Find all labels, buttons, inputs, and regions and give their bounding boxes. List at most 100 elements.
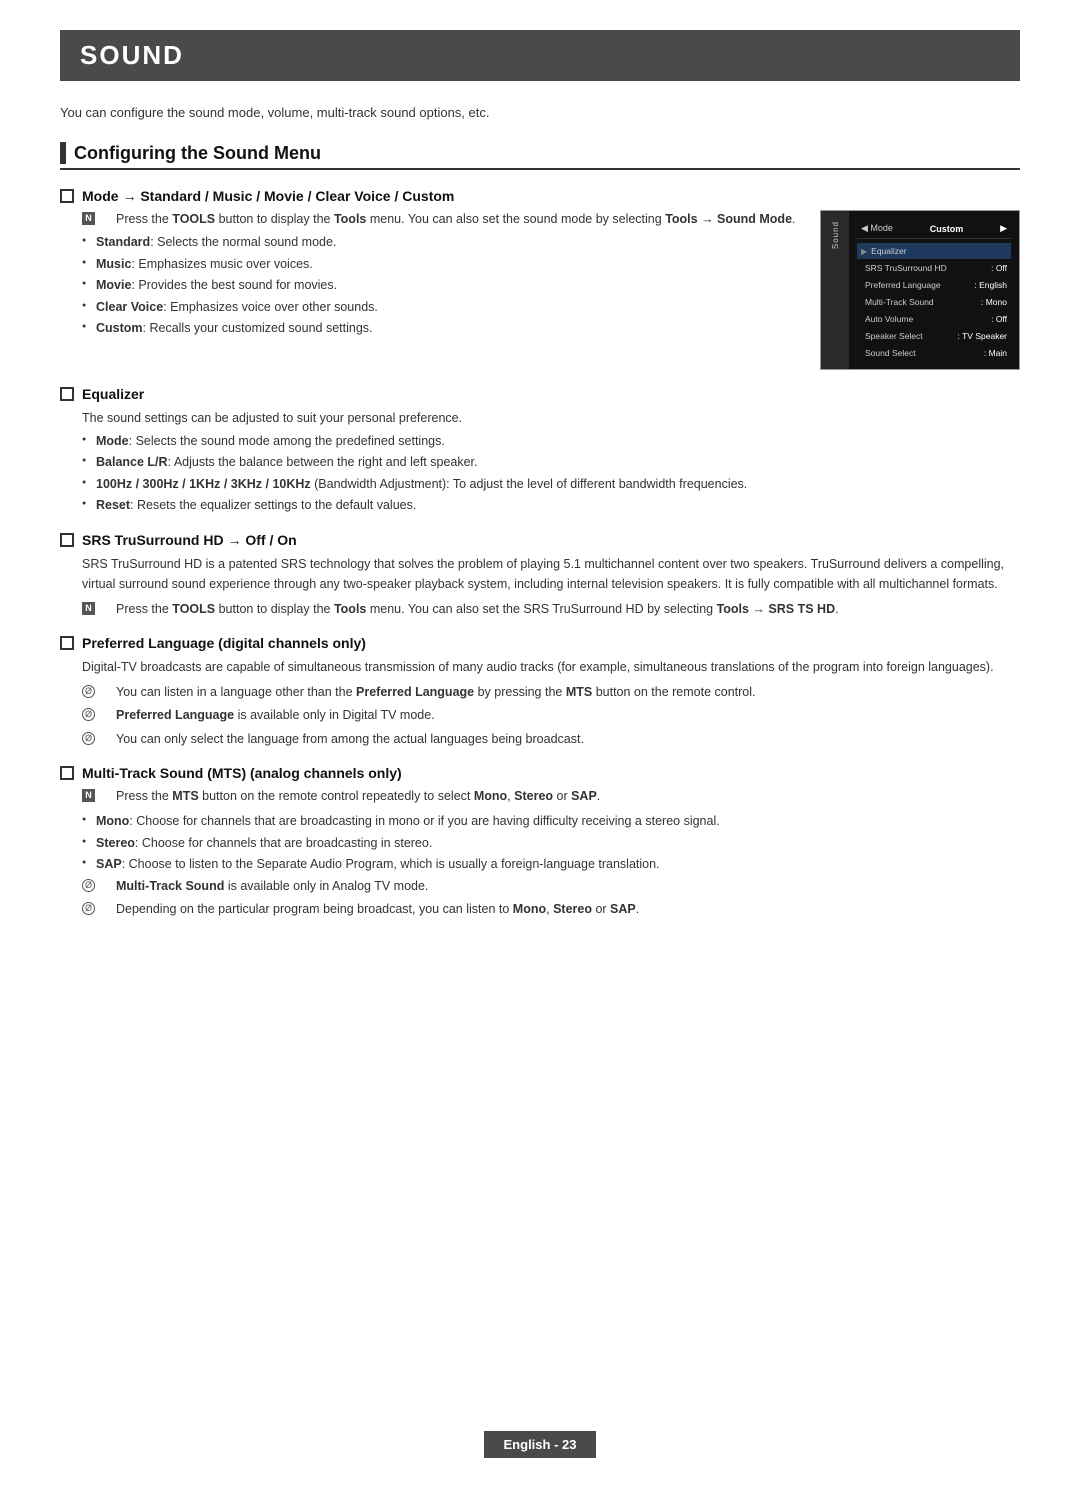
note-icon-square-1: N <box>82 210 95 227</box>
checkbox-icon-equalizer <box>60 387 74 401</box>
lang-note-3-icon: Ø <box>82 730 95 747</box>
multi-circle-note-1-text: Multi-Track Sound is available only in A… <box>100 877 428 896</box>
tv-row-multi-value: : Mono <box>981 297 1007 307</box>
tv-row-speaker-label: Speaker Select <box>865 331 958 341</box>
subsection-mode: Mode → Standard / Music / Movie / Clear … <box>60 188 1020 370</box>
mode-bullet-standard: Standard: Selects the normal sound mode. <box>82 233 800 252</box>
tv-row-auto-value: : Off <box>991 314 1007 324</box>
multi-note-icon: N <box>82 787 95 804</box>
lang-note-2-icon: Ø <box>82 706 95 723</box>
subsection-srs-title-row: SRS TruSurround HD → Off / On <box>60 532 1020 548</box>
section-heading-bar <box>60 142 66 164</box>
tv-row-multi-label: Multi-Track Sound <box>865 297 981 307</box>
checkbox-icon-srs <box>60 533 74 547</box>
tv-row-equalizer-label: Equalizer <box>871 246 1007 256</box>
multi-bullet-stereo: Stereo: Choose for channels that are bro… <box>82 834 1020 853</box>
eq-bullet-balance: Balance L/R: Adjusts the balance between… <box>82 453 1020 472</box>
subsection-lang-heading: Preferred Language (digital channels onl… <box>82 635 366 651</box>
tv-row-auto-volume: Auto Volume : Off <box>857 311 1011 327</box>
subsection-srs: SRS TruSurround HD → Off / On SRS TruSur… <box>60 532 1020 619</box>
section-heading: Configuring the Sound Menu <box>60 142 1020 170</box>
tv-row-srs-label: SRS TruSurround HD <box>865 263 991 273</box>
tv-mode-label: ◀ Mode <box>861 223 893 234</box>
equalizer-bullet-list: Mode: Selects the sound mode among the p… <box>82 432 1020 516</box>
mode-bullet-music: Music: Emphasizes music over voices. <box>82 255 800 274</box>
subsection-mode-heading: Mode → Standard / Music / Movie / Clear … <box>82 188 454 204</box>
tv-mode-arrow: ▶ <box>1000 223 1007 234</box>
checkbox-icon-lang <box>60 636 74 650</box>
eq-bullet-reset: Reset: Resets the equalizer settings to … <box>82 496 1020 515</box>
eq-bullet-bandwidth: 100Hz / 300Hz / 1KHz / 3KHz / 10KHz (Ban… <box>82 475 1020 494</box>
multi-square-note: N Press the MTS button on the remote con… <box>82 787 1020 806</box>
tv-row-multi-track: Multi-Track Sound : Mono <box>857 294 1011 310</box>
subsection-lang-title-row: Preferred Language (digital channels onl… <box>60 635 1020 651</box>
subsection-multi-track: Multi-Track Sound (MTS) (analog channels… <box>60 765 1020 919</box>
tv-row-preferred-lang: Preferred Language : English <box>857 277 1011 293</box>
mode-note-1: N Press the TOOLS button to display the … <box>82 210 800 229</box>
multi-bullet-sap: SAP: Choose to listen to the Separate Au… <box>82 855 1020 874</box>
multi-circle-note-1-icon: Ø <box>82 877 95 894</box>
multi-subsection-content: N Press the MTS button on the remote con… <box>82 787 1020 919</box>
mode-note-1-text: Press the TOOLS button to display the To… <box>100 210 796 229</box>
tv-row-sound-select-label: Sound Select <box>865 348 984 358</box>
mode-content-with-image: N Press the TOOLS button to display the … <box>60 210 1020 370</box>
lang-note-1: Ø You can listen in a language other tha… <box>82 683 1020 702</box>
tv-row-sound-select-value: : Main <box>984 348 1007 358</box>
srs-subsection-content: SRS TruSurround HD is a patented SRS tec… <box>82 554 1020 619</box>
lang-note-3: Ø You can only select the language from … <box>82 730 1020 749</box>
tv-row-auto-label: Auto Volume <box>865 314 991 324</box>
multi-circle-note-2-icon: Ø <box>82 900 95 917</box>
lang-note-2: Ø Preferred Language is available only i… <box>82 706 1020 725</box>
subsection-multi-heading: Multi-Track Sound (MTS) (analog channels… <box>82 765 402 781</box>
mode-bullet-list: Standard: Selects the normal sound mode.… <box>82 233 800 338</box>
tv-row-speaker-value: : TV Speaker <box>958 331 1007 341</box>
mode-bullet-custom: Custom: Recalls your customized sound se… <box>82 319 800 338</box>
equalizer-intro-text: The sound settings can be adjusted to su… <box>82 408 1020 428</box>
tv-menu-screenshot: Sound ◀ Mode Custom ▶ ▶ Equalizer SRS Tr… <box>820 210 1020 370</box>
lang-intro-text: Digital-TV broadcasts are capable of sim… <box>82 657 1020 677</box>
subsection-preferred-language: Preferred Language (digital channels onl… <box>60 635 1020 749</box>
lang-note-1-icon: Ø <box>82 683 95 700</box>
tv-menu-sidebar: Sound <box>821 211 849 369</box>
page-title-bar: SOUND <box>60 30 1020 81</box>
eq-bullet-mode: Mode: Selects the sound mode among the p… <box>82 432 1020 451</box>
multi-bullet-list: Mono: Choose for channels that are broad… <box>82 812 1020 874</box>
page-footer: English - 23 <box>0 1431 1080 1458</box>
multi-circle-note-1: Ø Multi-Track Sound is available only in… <box>82 877 1020 896</box>
multi-note-text: Press the MTS button on the remote contr… <box>100 787 600 806</box>
checkbox-icon-multi <box>60 766 74 780</box>
subsection-mode-title-row: Mode → Standard / Music / Movie / Clear … <box>60 188 1020 204</box>
mode-subsection-content: N Press the TOOLS button to display the … <box>82 210 800 338</box>
lang-subsection-content: Digital-TV broadcasts are capable of sim… <box>82 657 1020 749</box>
tv-row-sound-select: Sound Select : Main <box>857 345 1011 361</box>
lang-note-1-text: You can listen in a language other than … <box>100 683 756 702</box>
multi-bullet-mono: Mono: Choose for channels that are broad… <box>82 812 1020 831</box>
subsection-equalizer-title-row: Equalizer <box>60 386 1020 402</box>
srs-note-1: N Press the TOOLS button to display the … <box>82 600 1020 619</box>
tv-mode-header: ◀ Mode Custom ▶ <box>857 219 1011 239</box>
mode-bullet-clear-voice: Clear Voice: Emphasizes voice over other… <box>82 298 800 317</box>
tv-row-equalizer: ▶ Equalizer <box>857 243 1011 259</box>
srs-intro-text: SRS TruSurround HD is a patented SRS tec… <box>82 554 1020 594</box>
page-title: SOUND <box>80 40 1000 71</box>
footer-badge: English - 23 <box>484 1431 597 1458</box>
tv-sidebar-label: Sound <box>831 221 840 249</box>
subsection-multi-title-row: Multi-Track Sound (MTS) (analog channels… <box>60 765 1020 781</box>
mode-bullet-movie: Movie: Provides the best sound for movie… <box>82 276 800 295</box>
lang-note-2-text: Preferred Language is available only in … <box>100 706 435 725</box>
multi-circle-note-2: Ø Depending on the particular program be… <box>82 900 1020 919</box>
tv-mode-value: Custom <box>930 224 964 234</box>
tv-row-speaker-select: Speaker Select : TV Speaker <box>857 328 1011 344</box>
section-title: Configuring the Sound Menu <box>74 143 321 164</box>
checkbox-icon-mode <box>60 189 74 203</box>
srs-note-text: Press the TOOLS button to display the To… <box>100 600 839 619</box>
equalizer-subsection-content: The sound settings can be adjusted to su… <box>82 408 1020 516</box>
mode-text-content: N Press the TOOLS button to display the … <box>60 210 800 340</box>
subsection-equalizer: Equalizer The sound settings can be adju… <box>60 386 1020 516</box>
tv-row-lang-label: Preferred Language <box>865 280 974 290</box>
srs-note-icon: N <box>82 600 95 617</box>
subsection-srs-heading: SRS TruSurround HD → Off / On <box>82 532 297 548</box>
tv-row-lang-value: : English <box>974 280 1007 290</box>
subsection-equalizer-heading: Equalizer <box>82 386 144 402</box>
intro-text: You can configure the sound mode, volume… <box>60 105 1020 120</box>
